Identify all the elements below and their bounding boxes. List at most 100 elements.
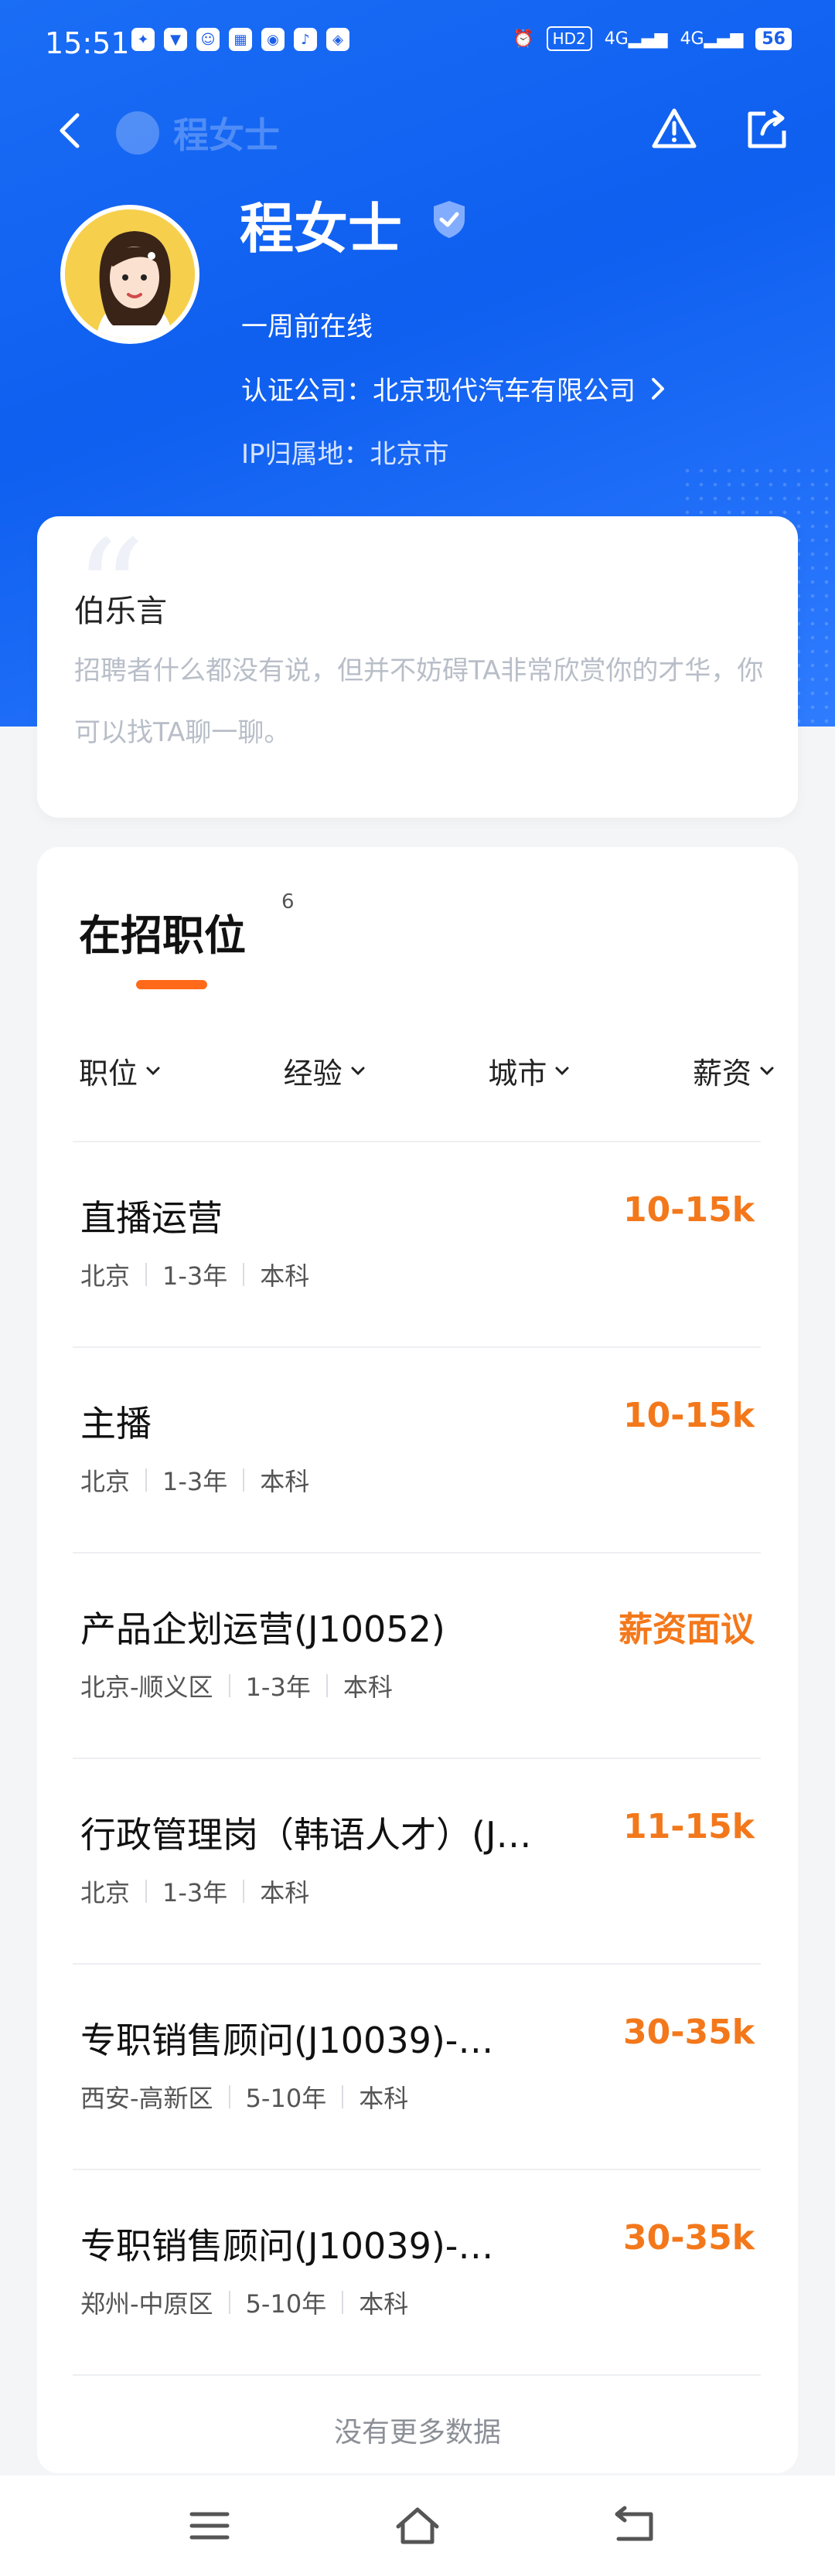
chevron-down-icon bbox=[146, 1067, 160, 1075]
back-nav-button[interactable] bbox=[608, 2503, 662, 2548]
filter-label: 城市 bbox=[488, 1057, 547, 1091]
filter-position[interactable]: 职位 bbox=[79, 1050, 161, 1092]
return-icon bbox=[615, 2506, 653, 2541]
job-experience: 1-3年 bbox=[162, 1467, 228, 1496]
job-salary: 10-15k bbox=[623, 1190, 755, 1230]
chevron-right-icon bbox=[652, 377, 664, 400]
notification-app-icon: ◈ bbox=[326, 28, 349, 51]
filter-bar: 职位 经验 城市 薪资 bbox=[79, 1050, 775, 1092]
job-location: 郑州-中原区 bbox=[80, 2289, 213, 2319]
filter-label: 经验 bbox=[283, 1057, 343, 1091]
job-location: 北京 bbox=[80, 1467, 131, 1496]
home-button[interactable] bbox=[390, 2503, 445, 2548]
job-meta: 北京-顺义区 1-3年 本科 bbox=[80, 1668, 393, 1703]
share-icon bbox=[748, 110, 786, 148]
job-meta: 北京 1-3年 本科 bbox=[80, 1873, 309, 1909]
meta-separator bbox=[342, 2291, 344, 2314]
meta-separator bbox=[325, 1674, 328, 1697]
job-education: 本科 bbox=[343, 1673, 393, 1702]
nav-title: 程女士 bbox=[173, 114, 280, 156]
status-right-icons: ⏰ HD2 4G▂▄▆ 4G▂▄▆ 56 bbox=[513, 26, 792, 51]
home-icon bbox=[396, 2507, 439, 2544]
job-salary: 薪资面议 bbox=[619, 1610, 755, 1649]
alarm-icon: ⏰ bbox=[513, 29, 534, 49]
title-underline bbox=[136, 980, 207, 989]
chevron-down-icon bbox=[351, 1067, 365, 1075]
status-app-icons: ✦ ▼ ☺ ▦ ◉ ♪ ◈ bbox=[131, 28, 349, 51]
recruiter-avatar[interactable] bbox=[60, 205, 199, 344]
job-salary: 30-35k bbox=[623, 2218, 755, 2258]
system-nav-bar bbox=[0, 2476, 835, 2576]
signal-icon-2: 4G▂▄▆ bbox=[680, 29, 744, 49]
menu-button[interactable] bbox=[182, 2503, 237, 2548]
chevron-down-icon bbox=[760, 1067, 774, 1075]
job-education: 本科 bbox=[260, 1261, 310, 1291]
jobs-count: 6 bbox=[281, 890, 295, 914]
intro-text: 招聘者什么都没有说，但并不妨碍TA非常欣赏你的才华，你可以找TA聊一聊。 bbox=[74, 655, 764, 748]
job-experience: 1-3年 bbox=[245, 1673, 311, 1702]
ip-location: IP归属地：北京市 bbox=[241, 433, 449, 471]
job-meta: 西安-高新区 5-10年 本科 bbox=[80, 2079, 408, 2115]
jobs-title: 在招职位 bbox=[79, 911, 246, 960]
no-more-data: 没有更多数据 bbox=[333, 2417, 501, 2448]
meta-separator bbox=[228, 2085, 230, 2108]
job-row[interactable]: 专职销售顾问(J10039)-… 30-35k 郑州-中原区 5-10年 本科 bbox=[37, 2169, 798, 2374]
meta-separator bbox=[145, 1468, 148, 1492]
job-location: 北京 bbox=[80, 1261, 131, 1291]
meta-separator bbox=[228, 2291, 230, 2314]
job-experience: 5-10年 bbox=[245, 2289, 327, 2319]
menu-icon bbox=[189, 2512, 230, 2540]
filter-experience[interactable]: 经验 bbox=[284, 1050, 366, 1092]
warning-icon bbox=[652, 108, 697, 148]
company-label: 认证公司： bbox=[241, 376, 373, 407]
meta-separator bbox=[243, 1263, 245, 1286]
recruiter-name: 程女士 bbox=[240, 197, 402, 260]
job-meta: 北京 1-3年 本科 bbox=[80, 1257, 309, 1292]
battery-icon: 56 bbox=[755, 27, 792, 50]
job-row[interactable]: 主播 10-15k 北京 1-3年 本科 bbox=[37, 1346, 798, 1552]
job-experience: 1-3年 bbox=[162, 1261, 228, 1291]
job-salary: 30-35k bbox=[623, 2013, 755, 2052]
filter-label: 职位 bbox=[79, 1057, 138, 1091]
meta-separator bbox=[228, 1674, 230, 1697]
job-row[interactable]: 直播运营 10-15k 北京 1-3年 本科 bbox=[37, 1141, 798, 1346]
filter-salary[interactable]: 薪资 bbox=[693, 1050, 775, 1092]
report-button[interactable] bbox=[649, 104, 699, 154]
share-button[interactable] bbox=[742, 104, 792, 154]
back-button[interactable] bbox=[48, 107, 94, 154]
notification-app-icon: ☺ bbox=[196, 28, 220, 51]
job-title: 直播运营 bbox=[80, 1197, 223, 1239]
jobs-card: 在招职位 6 职位 经验 城市 薪资 直播运营 10-15k 北京 1-3年 本… bbox=[37, 847, 798, 2473]
nav-avatar bbox=[116, 111, 159, 155]
job-title: 专职销售顾问(J10039)-… bbox=[80, 2225, 494, 2267]
notification-app-icon: ♪ bbox=[294, 28, 317, 51]
company-name: 北京现代汽车有限公司 bbox=[373, 376, 636, 407]
job-salary: 10-15k bbox=[623, 1396, 755, 1435]
job-title: 产品企划运营(J10052) bbox=[80, 1608, 445, 1650]
job-row[interactable]: 专职销售顾问(J10039)-… 30-35k 西安-高新区 5-10年 本科 bbox=[37, 1963, 798, 2169]
filter-label: 薪资 bbox=[692, 1057, 752, 1091]
divider bbox=[73, 2374, 761, 2376]
verified-shield-icon bbox=[434, 201, 465, 238]
notification-app-icon: ✦ bbox=[131, 28, 155, 51]
filter-city[interactable]: 城市 bbox=[488, 1050, 570, 1092]
job-title: 专职销售顾问(J10039)-… bbox=[80, 2020, 494, 2061]
job-row[interactable]: 行政管理岗（韩语人才）(J… 11-15k 北京 1-3年 本科 bbox=[37, 1758, 798, 1963]
intro-title: 伯乐言 bbox=[74, 594, 167, 629]
job-experience: 5-10年 bbox=[245, 2084, 327, 2113]
job-salary: 11-15k bbox=[623, 1807, 755, 1846]
job-title: 主播 bbox=[80, 1403, 152, 1445]
notification-app-icon: ▼ bbox=[164, 28, 187, 51]
job-education: 本科 bbox=[260, 1878, 310, 1907]
job-row[interactable]: 产品企划运营(J10052) 薪资面议 北京-顺义区 1-3年 本科 bbox=[37, 1552, 798, 1758]
job-location: 北京 bbox=[80, 1878, 131, 1907]
status-bar: 15:51 ✦ ▼ ☺ ▦ ◉ ♪ ◈ ⏰ HD2 4G▂▄▆ 4G▂▄▆ 56 bbox=[0, 0, 835, 85]
job-education: 本科 bbox=[359, 2289, 409, 2319]
job-education: 本科 bbox=[260, 1467, 310, 1496]
ip-label: IP归属地： bbox=[241, 439, 370, 470]
job-title: 行政管理岗（韩语人才）(J… bbox=[80, 1814, 532, 1856]
ip-value: 北京市 bbox=[370, 439, 449, 470]
company-link[interactable]: 认证公司： 北京现代汽车有限公司 bbox=[241, 369, 666, 407]
hd-indicator: HD2 bbox=[546, 26, 592, 51]
intro-card: “ 伯乐言 招聘者什么都没有说，但并不妨碍TA非常欣赏你的才华，你可以找TA聊一… bbox=[37, 516, 798, 818]
